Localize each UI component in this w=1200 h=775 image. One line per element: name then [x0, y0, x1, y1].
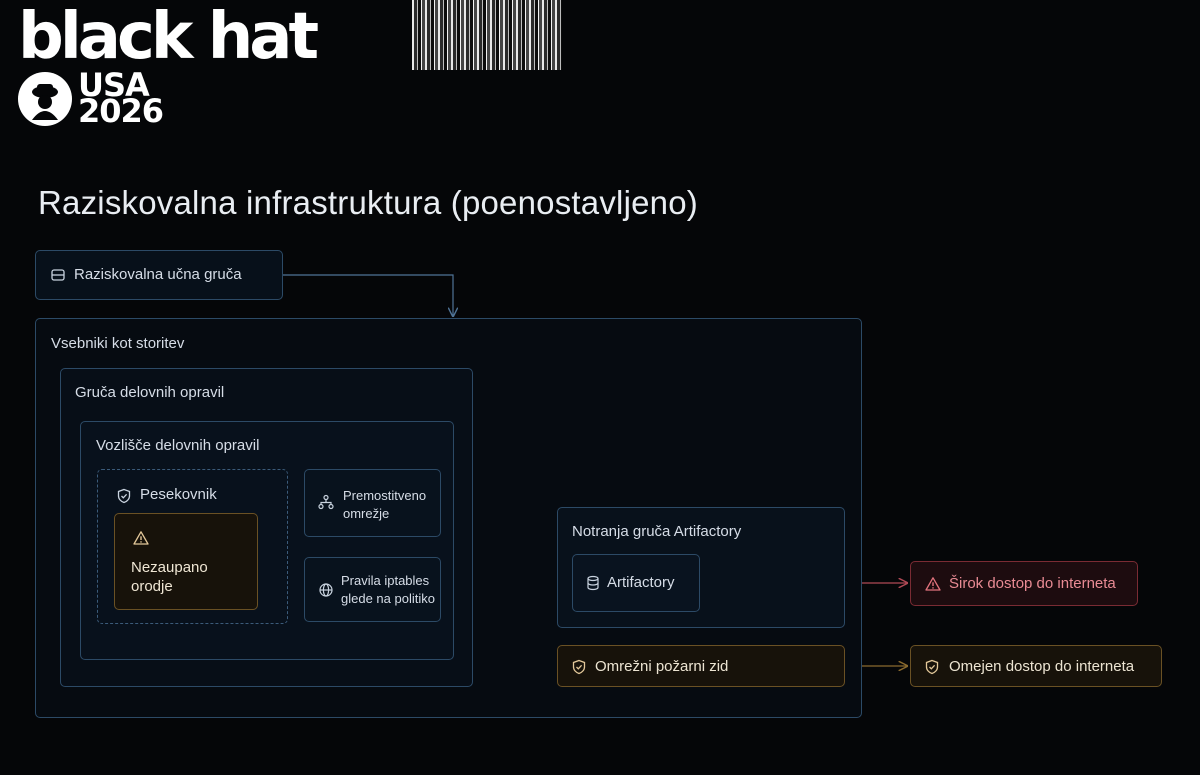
broad-internet-access-label: Širok dostop do interneta — [949, 575, 1116, 592]
bridge-network-line2: omrežje — [343, 506, 390, 521]
research-cluster-label: Raziskovalna učna gruča — [74, 266, 242, 283]
job-node-label: Vozlišče delovnih opravil — [96, 437, 260, 454]
network-firewall-node: Omrežni požarni zid — [557, 645, 845, 687]
sandbox-label: Pesekovnik — [140, 486, 217, 503]
iptables-line1: Pravila iptables — [341, 573, 430, 588]
research-cluster-node: Raziskovalna učna gruča — [35, 250, 283, 300]
artifactory-node: Artifactory — [572, 554, 700, 612]
database-icon — [585, 575, 601, 591]
shield-icon — [116, 488, 132, 504]
shield-icon — [571, 659, 587, 675]
broad-internet-access-node: Širok dostop do interneta — [910, 561, 1138, 606]
artifactory-label: Artifactory — [607, 574, 675, 591]
caas-label: Vsebniki kot storitev — [51, 335, 185, 352]
artifactory-cluster-label: Notranja gruča Artifactory — [572, 523, 742, 540]
untrusted-tool-line1: Nezaupano — [131, 559, 208, 576]
limited-internet-access-node: Omejen dostop do interneta — [910, 645, 1162, 687]
warning-icon — [925, 576, 941, 592]
bridge-network-line1: Premostitveno — [343, 488, 427, 503]
network-icon — [318, 494, 334, 510]
shield-icon — [924, 659, 940, 675]
iptables-line2: glede na politiko — [341, 591, 435, 606]
limited-internet-access-label: Omejen dostop do interneta — [949, 658, 1135, 675]
bridge-network-node: Premostitveno omrežje — [304, 469, 441, 537]
arrow-cluster-to-caas — [282, 274, 453, 316]
warning-icon — [133, 530, 149, 546]
globe-icon — [318, 582, 334, 598]
network-firewall-label: Omrežni požarni zid — [595, 658, 729, 675]
server-icon — [50, 267, 66, 283]
untrusted-tool-node: Nezaupano orodje — [114, 513, 258, 610]
iptables-rules-node: Pravila iptables glede na politiko — [304, 557, 441, 622]
untrusted-tool-line2: orodje — [131, 578, 173, 595]
job-cluster-label: Gruča delovnih opravil — [75, 384, 225, 401]
